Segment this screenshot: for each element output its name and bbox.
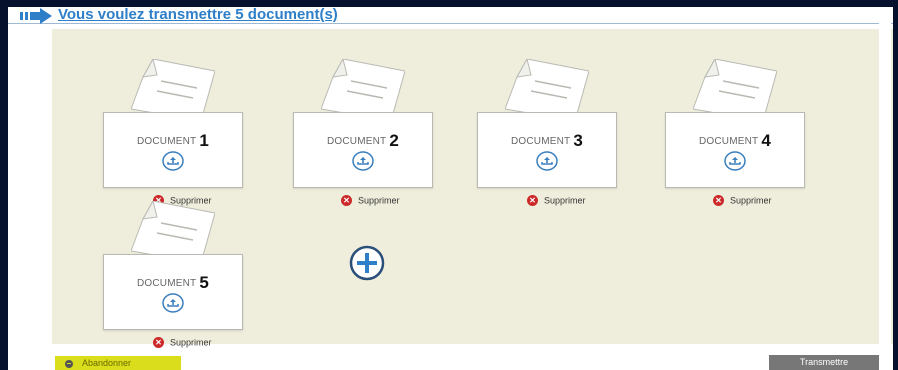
document-number: 5: [199, 273, 210, 292]
document-label: DOCUMENT 1: [136, 131, 210, 150]
document-card-3[interactable]: DOCUMENT 3: [477, 59, 617, 189]
document-label: DOCUMENT 4: [698, 131, 772, 150]
close-circle-icon: ✕: [153, 337, 164, 349]
arrow-right-icon: [20, 8, 52, 24]
document-number: 2: [389, 131, 400, 150]
document-card-1[interactable]: DOCUMENT 1: [103, 59, 243, 189]
page-title: Vous voulez transmettre 5 document(s): [58, 6, 338, 23]
document-number: 3: [573, 131, 584, 150]
close-circle-icon: ✕: [341, 195, 352, 207]
document-number: 4: [761, 131, 772, 150]
upload-icon[interactable]: [724, 151, 746, 171]
delete-document-3-button[interactable]: ✕ Supprimer: [527, 194, 586, 207]
close-circle-icon: ✕: [527, 195, 538, 207]
close-circle-icon: ✕: [713, 195, 724, 207]
minus-circle-icon: [65, 359, 73, 368]
upload-icon[interactable]: [162, 293, 184, 313]
document-label: DOCUMENT 5: [136, 273, 210, 292]
header-bar: Vous voulez transmettre 5 document(s): [8, 6, 893, 24]
document-card-4[interactable]: DOCUMENT 4: [665, 59, 805, 189]
document-card-2[interactable]: DOCUMENT 2: [293, 59, 433, 189]
add-document-button[interactable]: [349, 245, 385, 281]
abandon-button[interactable]: Abandonner: [55, 356, 181, 370]
upload-icon[interactable]: [162, 151, 184, 171]
document-folder: DOCUMENT 1: [103, 112, 243, 188]
upload-icon[interactable]: [536, 151, 558, 171]
document-folder: DOCUMENT 5: [103, 254, 243, 330]
delete-document-5-button[interactable]: ✕ Supprimer: [153, 336, 212, 349]
transmit-button[interactable]: Transmettre: [769, 355, 879, 370]
panel-edge: [879, 20, 891, 370]
document-number: 1: [199, 131, 210, 150]
document-drop-zone: DOCUMENT 1 ✕ Supprimer DOCUMENT 2 ✕ Supp…: [52, 29, 893, 349]
upload-icon[interactable]: [352, 151, 374, 171]
delete-document-4-button[interactable]: ✕ Supprimer: [713, 194, 772, 207]
document-folder: DOCUMENT 2: [293, 112, 433, 188]
upload-panel: Vous voulez transmettre 5 document(s) DO…: [8, 6, 893, 370]
document-label: DOCUMENT 2: [326, 131, 400, 150]
document-label: DOCUMENT 3: [510, 131, 584, 150]
document-card-5[interactable]: DOCUMENT 5: [103, 201, 243, 331]
document-folder: DOCUMENT 4: [665, 112, 805, 188]
delete-document-2-button[interactable]: ✕ Supprimer: [341, 194, 400, 207]
document-folder: DOCUMENT 3: [477, 112, 617, 188]
